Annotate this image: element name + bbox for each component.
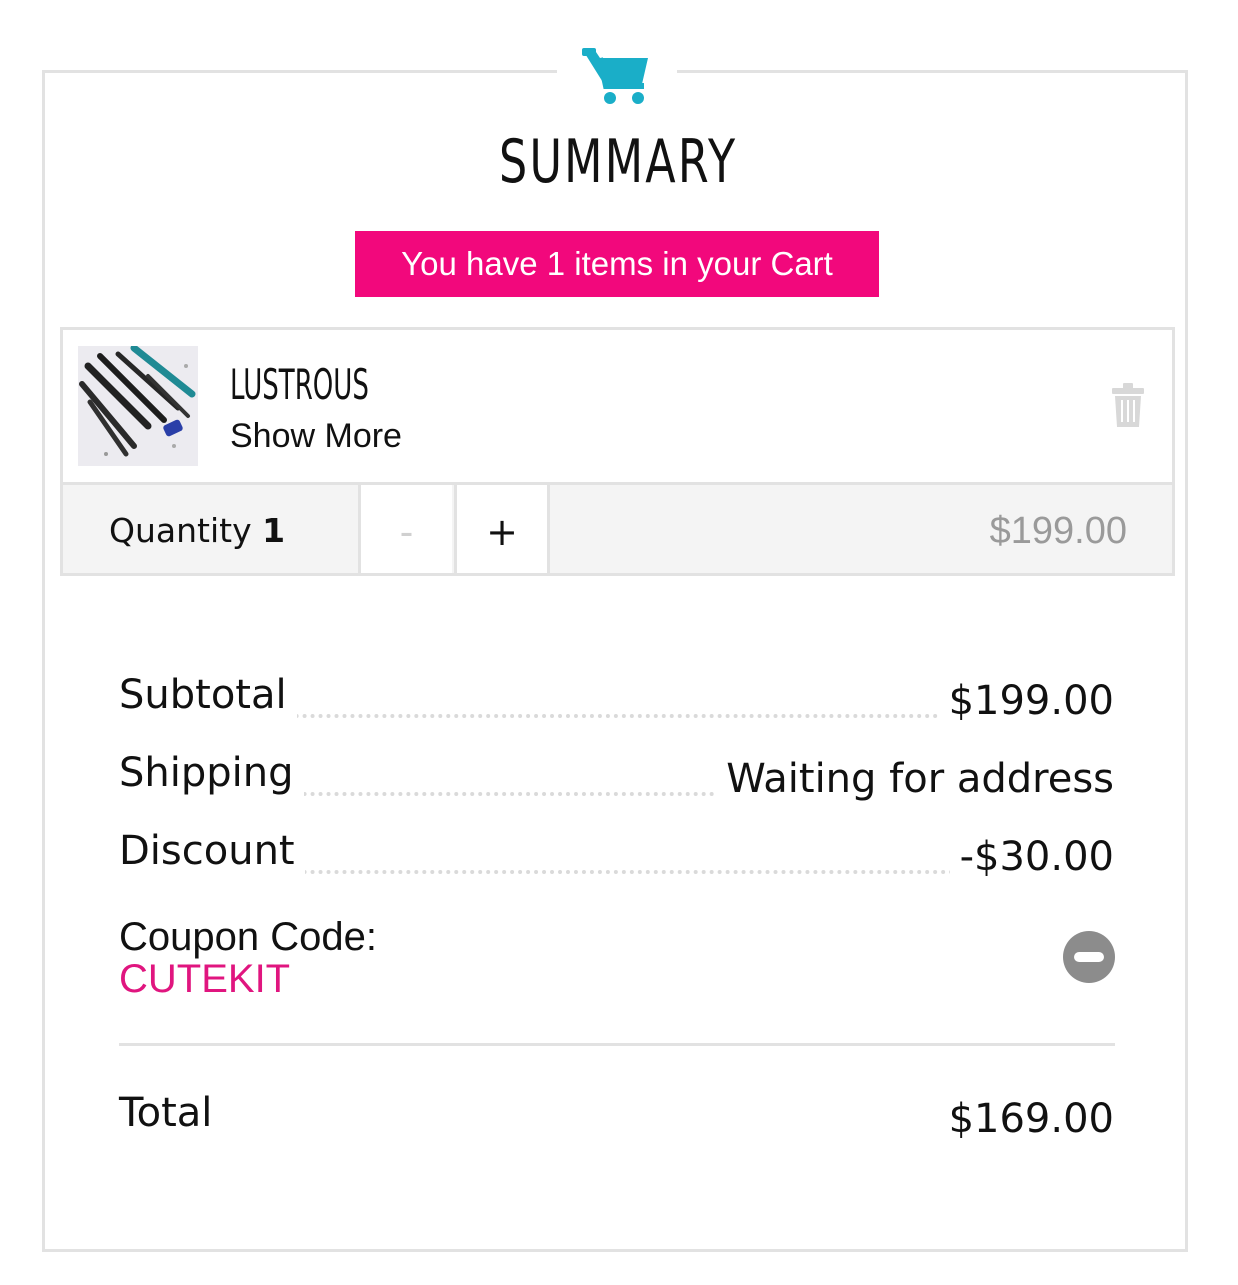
cart-item-card: LUSTROUS Show More Quantity 1 - + $199.0… [60,327,1175,576]
subtotal-row: Subtotal $199.00 [119,660,1114,726]
coupon-code: CUTEKIT [119,957,291,1001]
shipping-row: Shipping Waiting for address [119,738,1114,804]
subtotal-label: Subtotal [119,670,297,720]
total-value: $169.00 [948,1096,1114,1142]
quantity-label: Quantity 1 [109,485,285,573]
shopping-cart-icon [582,48,648,104]
product-name: LUSTROUS [230,360,369,409]
product-photo-icon [78,346,198,466]
shipping-value: Waiting for address [716,754,1114,804]
coupon-label: Coupon Code: [119,915,377,959]
total-divider [119,1043,1115,1046]
increment-quantity-button[interactable]: + [454,485,550,573]
quantity-label-text: Quantity [109,511,252,550]
product-thumbnail[interactable] [78,346,198,466]
discount-value: -$30.00 [949,832,1114,882]
quantity-value: 1 [262,511,286,550]
total-label: Total [119,1090,213,1136]
cart-count-banner: You have 1 items in your Cart [355,231,879,297]
line-item-price: $199.00 [989,510,1127,552]
minus-circle-icon[interactable] [1063,931,1115,983]
discount-row: Discount -$30.00 [119,816,1114,882]
trash-icon[interactable] [1111,382,1145,428]
decrement-quantity-button[interactable]: - [358,485,452,573]
subtotal-value: $199.00 [938,676,1114,726]
quantity-row: Quantity 1 - + $199.00 [63,482,1172,573]
cart-icon-container [557,46,677,116]
discount-label: Discount [119,826,305,876]
shipping-label: Shipping [119,748,304,798]
page-title: SUMMARY [499,127,738,197]
show-more-link[interactable]: Show More [230,416,402,456]
